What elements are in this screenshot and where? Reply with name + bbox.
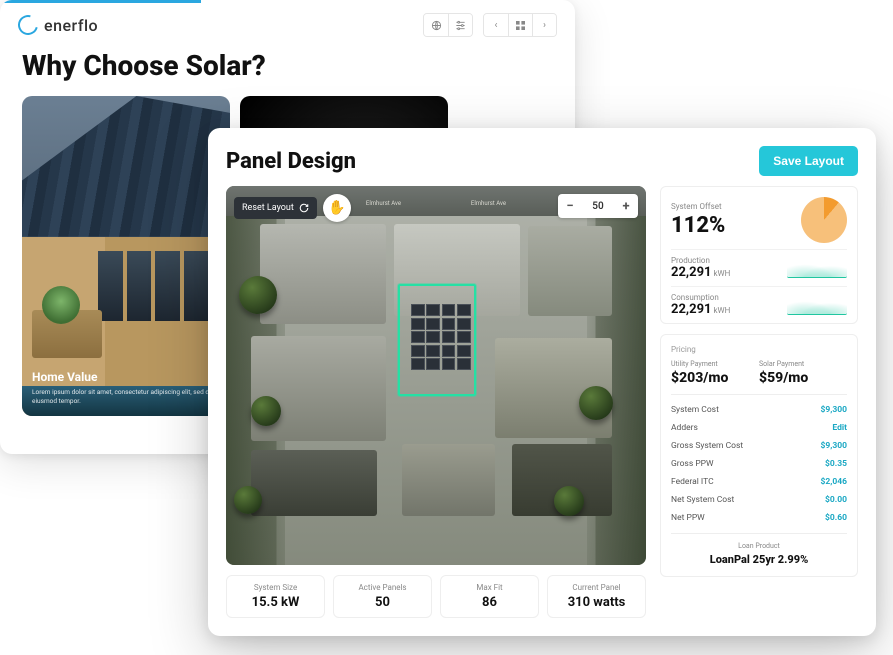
stat-system-size: System Size 15.5 kW xyxy=(226,575,325,618)
line-system-cost: System Cost $9,300 xyxy=(671,401,847,419)
utility-value: $203/mo xyxy=(671,370,759,386)
solar-value: $59/mo xyxy=(759,370,847,386)
map-canvas[interactable]: Elmhurst Ave Elmhurst Ave Elmhurst Ave E… xyxy=(226,186,646,565)
payments-row: Utility Payment $203/mo Solar Payment $5… xyxy=(671,360,847,395)
adders-edit-link[interactable]: Edit xyxy=(832,423,847,433)
production-row: Production 22,291kWH xyxy=(671,249,847,280)
reset-layout-button[interactable]: Reset Layout xyxy=(234,197,317,219)
line-gross-ppw: Gross PPW $0.35 xyxy=(671,455,847,473)
map-column: Elmhurst Ave Elmhurst Ave Elmhurst Ave E… xyxy=(226,186,646,618)
solar-panel-grid[interactable] xyxy=(411,304,471,384)
header-controls: ‹ › xyxy=(423,13,557,37)
map-controls: Reset Layout ✋ xyxy=(234,194,351,222)
line-adders: Adders Edit xyxy=(671,419,847,437)
utility-label: Utility Payment xyxy=(671,360,759,368)
stat-value: 50 xyxy=(338,595,427,610)
hand-icon: ✋ xyxy=(328,200,345,216)
globe-icon[interactable] xyxy=(424,14,448,36)
zoom-in-button[interactable]: + xyxy=(614,194,638,218)
gallery-caption: Home Value Lorem ipsum dolor sit amet, c… xyxy=(32,370,220,406)
metrics-card: System Offset 112% Production 22,291kWH … xyxy=(660,186,858,324)
aerial-image: Elmhurst Ave Elmhurst Ave Elmhurst Ave E… xyxy=(226,186,646,565)
line-net-ppw: Net PPW $0.60 xyxy=(671,509,847,527)
brand-name: enerflo xyxy=(44,16,98,35)
view-mode-group xyxy=(423,13,473,37)
house-image xyxy=(22,96,230,416)
front-window: Panel Design Save Layout Elmhurst Ave El… xyxy=(208,128,876,636)
line-federal-itc: Federal ITC $2,046 xyxy=(671,473,847,491)
zoom-control: − 50 + xyxy=(558,194,638,218)
zoom-out-button[interactable]: − xyxy=(558,194,582,218)
panel-title: Panel Design xyxy=(226,149,356,174)
caption-title: Home Value xyxy=(32,370,220,384)
solar-payment: Solar Payment $59/mo xyxy=(759,360,847,386)
road-label: Elmhurst Ave xyxy=(471,200,506,207)
brand-logo-icon xyxy=(14,11,41,38)
loan-product[interactable]: Loan Product LoanPal 25yr 2.99% xyxy=(671,533,847,566)
stat-current-panel: Current Panel 310 watts xyxy=(547,575,646,618)
stat-value: 15.5 kW xyxy=(231,595,320,610)
line-gross-system-cost: Gross System Cost $9,300 xyxy=(671,437,847,455)
production-value: 22,291kWH xyxy=(671,265,787,280)
stat-label: Max Fit xyxy=(445,583,534,592)
refresh-icon xyxy=(299,203,309,213)
panel-header: Panel Design Save Layout xyxy=(226,146,858,176)
consumption-row: Consumption 22,291kWH xyxy=(671,286,847,317)
line-net-system-cost: Net System Cost $0.00 xyxy=(671,491,847,509)
stat-label: Current Panel xyxy=(552,583,641,592)
loan-label: Loan Product xyxy=(671,542,847,550)
stat-label: System Size xyxy=(231,583,320,592)
road-label: Elmhurst Ave xyxy=(366,200,401,207)
save-layout-button[interactable]: Save Layout xyxy=(759,146,858,176)
panel-body: Elmhurst Ave Elmhurst Ave Elmhurst Ave E… xyxy=(226,186,858,618)
stat-value: 86 xyxy=(445,595,534,610)
solar-label: Solar Payment xyxy=(759,360,847,368)
utility-payment: Utility Payment $203/mo xyxy=(671,360,759,386)
offset-value: 112% xyxy=(671,213,791,238)
offset-label: System Offset xyxy=(671,202,791,211)
stat-max-fit: Max Fit 86 xyxy=(440,575,539,618)
caption-subtitle: Lorem ipsum dolor sit amet, consectetur … xyxy=(32,388,220,406)
consumption-value: 22,291kWH xyxy=(671,302,787,317)
production-label: Production xyxy=(671,256,787,265)
page-title: Why Choose Solar? xyxy=(0,41,575,96)
offset-pie-chart xyxy=(801,197,847,243)
production-sparkline xyxy=(787,258,847,278)
pan-tool-button[interactable]: ✋ xyxy=(323,194,351,222)
stat-value: 310 watts xyxy=(552,595,641,610)
pricing-title: Pricing xyxy=(671,345,847,354)
consumption-label: Consumption xyxy=(671,293,787,302)
grid-icon[interactable] xyxy=(508,14,532,36)
stat-label: Active Panels xyxy=(338,583,427,592)
stat-active-panels: Active Panels 50 xyxy=(333,575,432,618)
zoom-value: 50 xyxy=(582,201,614,212)
chevron-right-icon[interactable]: › xyxy=(532,14,556,36)
offset-row: System Offset 112% xyxy=(671,197,847,243)
back-header: enerflo ‹ › xyxy=(0,3,575,41)
brand: enerflo xyxy=(18,15,98,35)
consumption-sparkline xyxy=(787,295,847,315)
reset-label: Reset Layout xyxy=(242,203,294,213)
chevron-left-icon[interactable]: ‹ xyxy=(484,14,508,36)
stat-row: System Size 15.5 kW Active Panels 50 Max… xyxy=(226,575,646,618)
gallery-card-home-value[interactable]: Home Value Lorem ipsum dolor sit amet, c… xyxy=(22,96,230,416)
side-column: System Offset 112% Production 22,291kWH … xyxy=(660,186,858,618)
filter-icon[interactable] xyxy=(448,14,472,36)
loan-value: LoanPal 25yr 2.99% xyxy=(671,553,847,566)
nav-group: ‹ › xyxy=(483,13,557,37)
pricing-card: Pricing Utility Payment $203/mo Solar Pa… xyxy=(660,334,858,577)
